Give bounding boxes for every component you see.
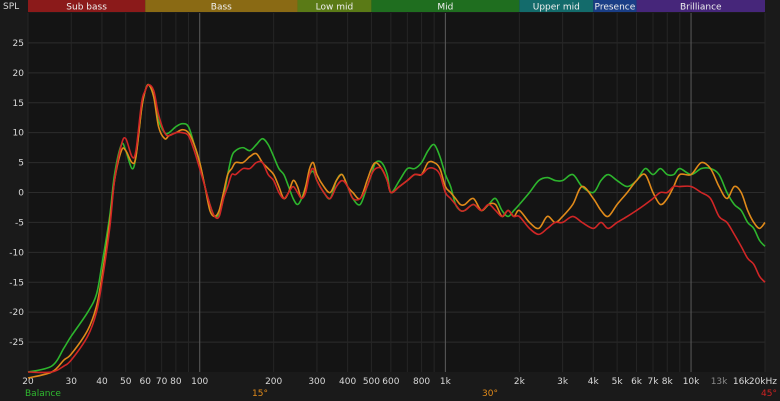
- x-tick-label: 4k: [588, 377, 600, 387]
- x-tick-label: 800: [413, 377, 430, 387]
- x-tick-label: 1k: [440, 377, 452, 387]
- x-tick-label: 10k: [683, 377, 700, 387]
- x-tick-label: 600: [382, 377, 399, 387]
- x-tick-label: 300: [308, 377, 325, 387]
- band-label: Brilliance: [680, 3, 722, 13]
- x-tick-label: 13k: [711, 377, 728, 387]
- y-tick-label: 10: [13, 129, 25, 139]
- y-tick-label: 25: [13, 39, 24, 49]
- x-tick-label: 200: [265, 377, 282, 387]
- curve-legend-label: Balance: [25, 389, 61, 399]
- y-tick-label: -25: [9, 338, 24, 348]
- x-tick-label: 40: [96, 377, 108, 387]
- x-tick-label: 60: [139, 377, 151, 387]
- x-tick-label: 20kHz: [749, 377, 777, 387]
- x-tick-label: 7k: [648, 377, 660, 387]
- curve-legend-label: 15°: [252, 389, 268, 399]
- chart-area: Sub bass Bass Low mid Mid Upper mid Presence B…: [0, 0, 780, 401]
- curve-legend-label: 45°: [761, 389, 777, 399]
- y-tick-label: -10: [9, 248, 24, 258]
- y-tick-label: -20: [9, 308, 24, 318]
- y-tick-label: 0: [18, 189, 24, 199]
- y-tick-label: 5: [18, 159, 24, 169]
- x-tick-label: 3k: [557, 377, 569, 387]
- x-tick-label: 5k: [612, 377, 624, 387]
- band-label: Sub bass: [66, 3, 107, 13]
- band-label: Mid: [437, 3, 453, 13]
- y-tick-label: -5: [15, 218, 24, 228]
- x-tick-label: 500: [363, 377, 380, 387]
- x-tick-label: 400: [339, 377, 356, 387]
- band-label: Low mid: [316, 3, 354, 13]
- x-tick-label: 30: [66, 377, 78, 387]
- x-tick-label: 6k: [631, 377, 643, 387]
- x-tick-label: 100: [191, 377, 208, 387]
- y-tick-label: 20: [13, 69, 25, 79]
- band-label: Bass: [211, 3, 232, 13]
- x-tick-label: 50: [120, 377, 132, 387]
- y-tick-label: -15: [9, 278, 24, 288]
- x-tick-label: 16k: [733, 377, 750, 387]
- x-tick-label: 70: [156, 377, 168, 387]
- x-tick-label: 8k: [662, 377, 674, 387]
- x-tick-label: 2k: [514, 377, 526, 387]
- band-label: Presence: [595, 3, 636, 13]
- band-strip: Sub bass Bass Low mid Mid Upper mid Presence B…: [28, 0, 765, 13]
- curve-legend-label: 30°: [482, 389, 498, 399]
- band-label: Upper mid: [533, 3, 580, 13]
- x-tick-label: 80: [170, 377, 182, 387]
- y-tick-label: 15: [13, 99, 24, 109]
- frequency-response-chart: Sub bass Bass Low mid Mid Upper mid Presence B…: [0, 0, 780, 401]
- y-axis-label: SPL: [3, 2, 19, 12]
